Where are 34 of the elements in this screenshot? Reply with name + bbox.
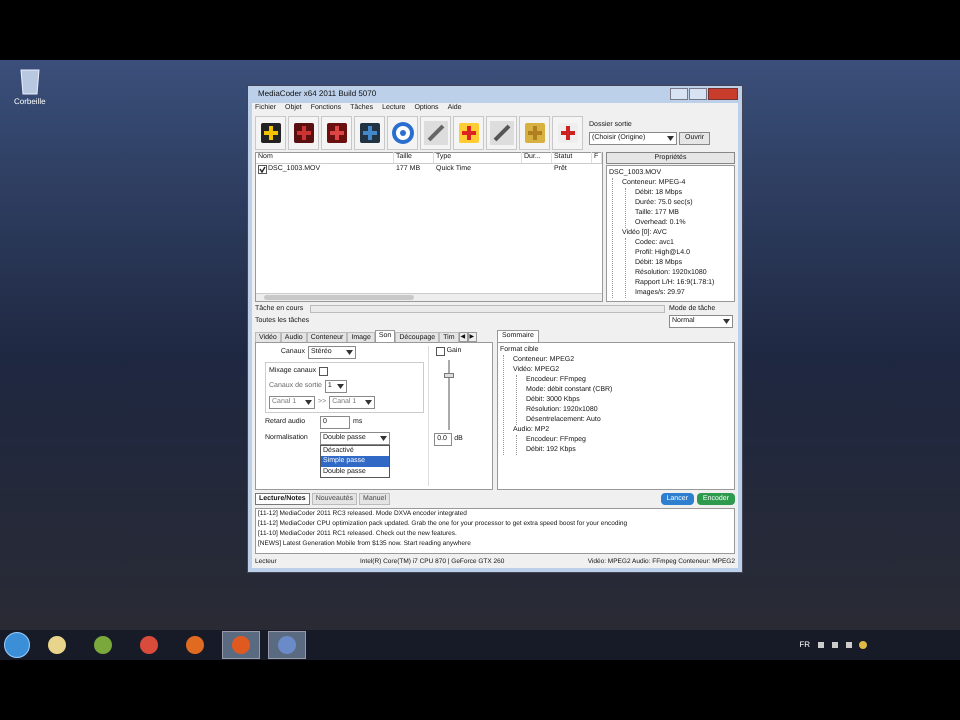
caret-icon [336,384,344,388]
toolbar-button[interactable] [486,116,517,150]
toolbar-button[interactable] [321,116,352,150]
minimize-button[interactable] [670,88,688,100]
app-icon [231,635,251,655]
caret-icon [346,350,353,355]
target-icon [390,120,414,144]
start-button[interactable] [4,632,30,658]
toolbar-button[interactable] [288,116,319,150]
caret-icon [667,136,674,141]
app-icon [139,635,159,655]
app-icon [93,635,113,655]
maximize-button[interactable] [689,88,707,100]
app-icon [185,635,205,655]
gain-slider[interactable] [444,360,454,430]
horizontal-scrollbar[interactable] [256,292,602,300]
close-button[interactable] [708,88,738,100]
app-icon [277,635,297,655]
caret-icon [305,400,312,404]
checkbox[interactable] [436,346,445,356]
tray-icons [818,640,868,650]
checkbox[interactable] [258,164,267,174]
caret-icon [365,400,372,404]
language-indicator[interactable]: FR [799,639,810,651]
checkbox[interactable] [319,366,328,376]
caret-icon [723,319,730,324]
app-icon [47,635,67,655]
toolbar-button[interactable] [354,116,385,150]
add-icon [258,120,282,144]
slider-thumb[interactable] [444,372,454,378]
window-title: MediaCoder x64 2011 Build 5070 [257,88,376,100]
desktop-icon-label[interactable]: Corbeille [14,96,46,108]
caret-icon [380,436,387,440]
toolbar-button[interactable] [255,116,286,150]
